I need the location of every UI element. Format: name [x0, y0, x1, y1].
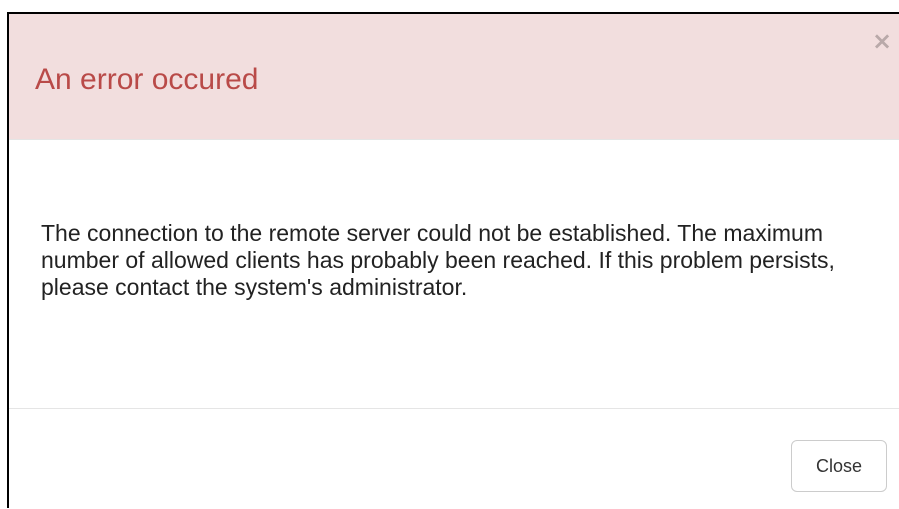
- modal-header: An error occured ×: [9, 14, 899, 140]
- screen: An error occured × The connection to the…: [0, 0, 899, 508]
- modal-title: An error occured: [35, 63, 259, 96]
- modal-body: The connection to the remote server coul…: [9, 140, 899, 407]
- modal-footer: Close: [9, 408, 899, 509]
- close-button[interactable]: Close: [791, 440, 887, 492]
- error-modal: An error occured × The connection to the…: [9, 14, 899, 508]
- error-message: The connection to the remote server coul…: [41, 220, 835, 300]
- close-icon[interactable]: ×: [871, 28, 893, 54]
